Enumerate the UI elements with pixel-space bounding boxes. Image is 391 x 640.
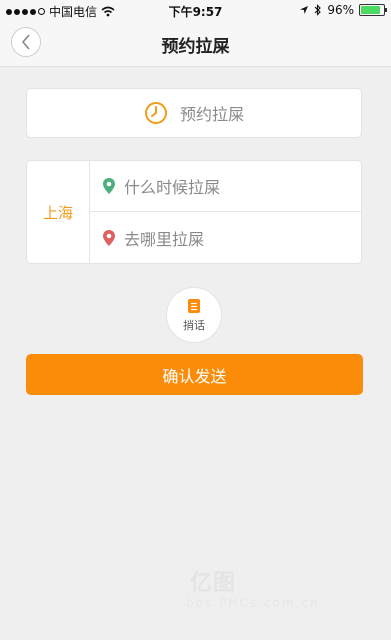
appointment-label: 预约拉屎: [179, 105, 244, 124]
location-arrow-icon: [300, 6, 309, 14]
map-pin-icon: [103, 178, 115, 194]
confirm-label: 确认发送: [162, 366, 227, 386]
message-button[interactable]: 捎话: [166, 287, 222, 343]
city-label: 上海: [42, 203, 73, 222]
confirm-send-button[interactable]: 确认发送: [26, 354, 363, 395]
message-label: 捎话: [183, 318, 205, 332]
appointment-button[interactable]: 预约拉屎: [26, 88, 362, 138]
clock-icon: [144, 102, 167, 124]
when-placeholder: 什么时候拉屎: [124, 178, 221, 197]
bluetooth-icon: [314, 4, 322, 16]
battery-icon: [359, 4, 387, 16]
watermark-url: bbs.PHCs.com.cn: [186, 596, 320, 610]
location-card: 上海 什么时候拉屎 去哪里拉屎: [26, 160, 362, 264]
watermark-logo: 亿图: [190, 571, 237, 596]
map-pin-icon: [103, 229, 115, 246]
page-title: 预约拉屎: [161, 37, 230, 57]
where-placeholder: 去哪里拉屎: [124, 229, 205, 249]
nav-bar: 预约拉屎: [0, 20, 391, 67]
note-icon: [188, 298, 200, 313]
status-bar: 中国电信 下午9:57 96%: [0, 0, 391, 20]
battery-percent: 96%: [327, 3, 354, 17]
city-selector[interactable]: 上海: [27, 161, 90, 263]
when-field[interactable]: 什么时候拉屎: [90, 161, 361, 212]
status-right: 96%: [299, 3, 387, 17]
where-field[interactable]: 去哪里拉屎: [90, 212, 361, 263]
